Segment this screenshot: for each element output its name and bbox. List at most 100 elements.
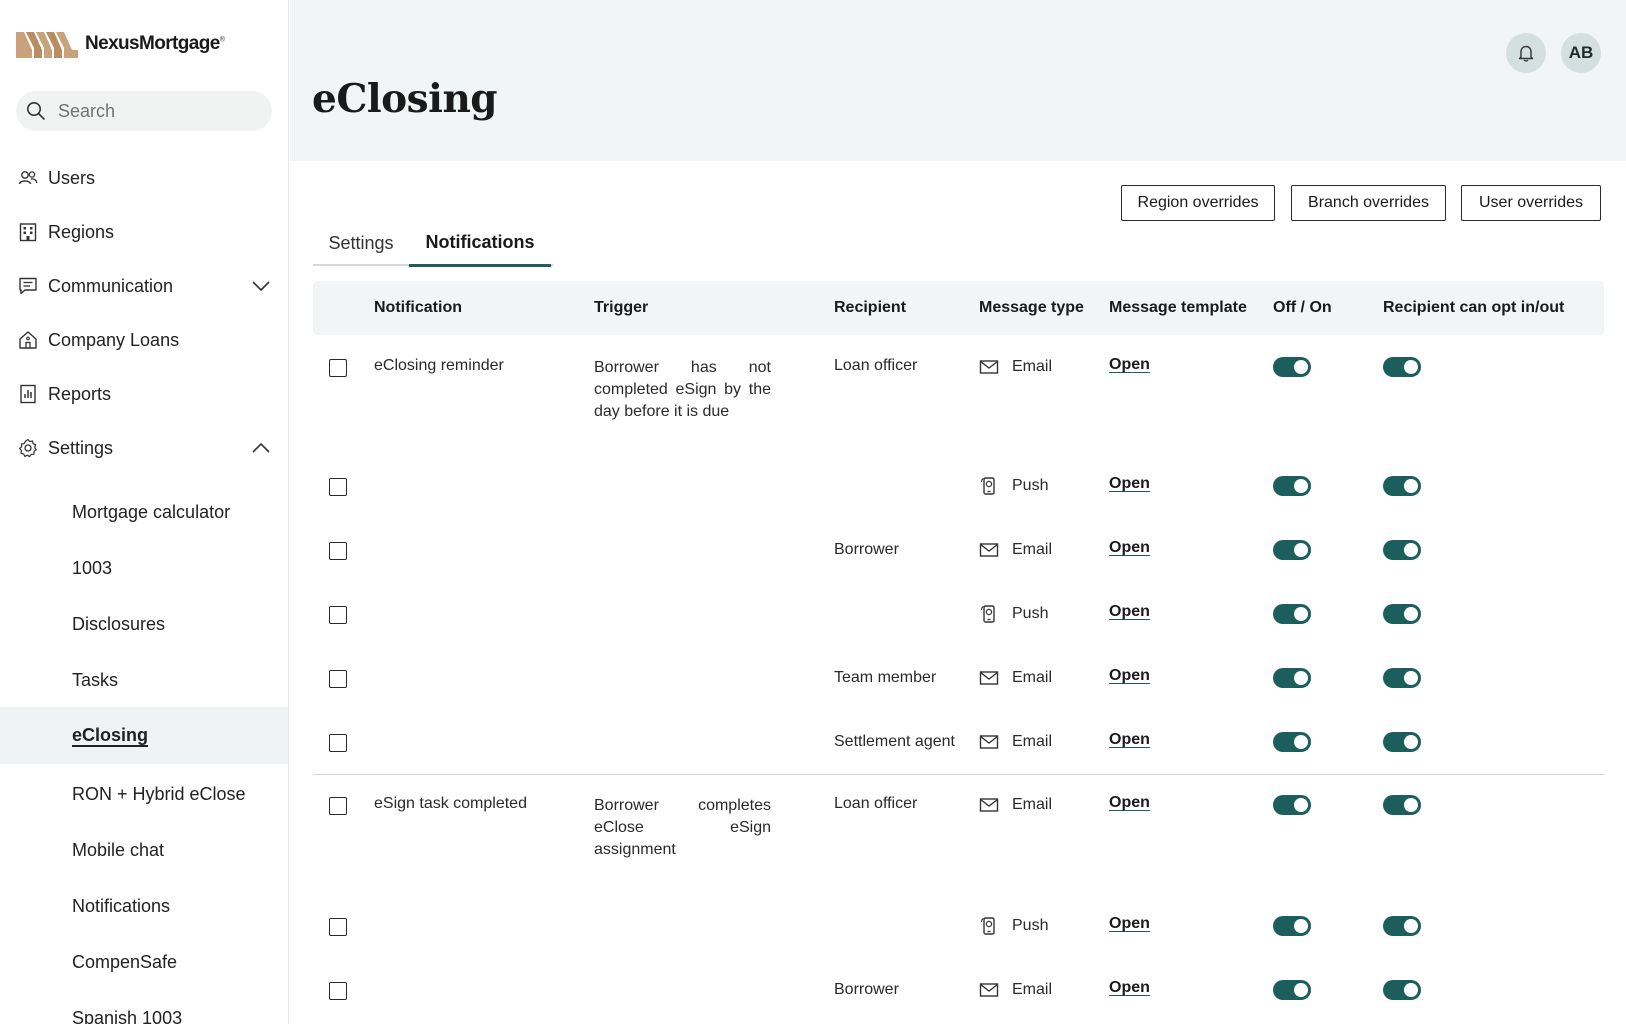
- opt-in-out-toggle[interactable]: [1383, 795, 1421, 815]
- open-template-link[interactable]: Open: [1109, 475, 1150, 493]
- push-icon: [979, 476, 999, 496]
- recipient: Borrower: [834, 981, 899, 998]
- sidebar-item-notifications[interactable]: Notifications: [0, 878, 288, 934]
- nav-item-company-loans[interactable]: Company Loans: [0, 312, 288, 368]
- column-header-message-template[interactable]: Message template: [1109, 281, 1247, 335]
- user-overrides-button[interactable]: User overrides: [1461, 185, 1601, 221]
- table-row: Push Open: [313, 594, 1604, 658]
- column-header-opt-in-out[interactable]: Recipient can opt in/out: [1383, 281, 1564, 335]
- users-icon: [18, 168, 38, 188]
- open-template-link[interactable]: Open: [1109, 356, 1150, 374]
- nav-item-regions[interactable]: Regions: [0, 204, 288, 260]
- trigger-text: Borrower completes eClose eSign assignme…: [594, 797, 771, 858]
- recipient: Team member: [834, 669, 937, 686]
- row-checkbox[interactable]: [329, 918, 347, 936]
- row-checkbox[interactable]: [329, 734, 347, 752]
- message-type: Push: [979, 916, 1048, 936]
- opt-in-out-toggle[interactable]: [1383, 980, 1421, 1000]
- on-off-toggle[interactable]: [1273, 357, 1311, 377]
- nav-item-users[interactable]: Users: [0, 150, 288, 206]
- table-header: Notification Trigger Recipient Message t…: [313, 281, 1604, 335]
- sidebar-item-mortgage-calculator[interactable]: Mortgage calculator: [0, 484, 288, 540]
- report-icon: [18, 384, 38, 404]
- open-template-link[interactable]: Open: [1109, 794, 1150, 812]
- row-checkbox[interactable]: [329, 542, 347, 560]
- opt-in-out-toggle[interactable]: [1383, 357, 1421, 377]
- notification-name: eClosing reminder: [374, 357, 504, 374]
- search-icon: [27, 102, 45, 120]
- opt-in-out-toggle[interactable]: [1383, 476, 1421, 496]
- tab-bar: Settings Notifications: [313, 220, 553, 267]
- message-type: Push: [979, 604, 1048, 624]
- sidebar-item-disclosures[interactable]: Disclosures: [0, 596, 288, 652]
- chevron-down-icon[interactable]: [251, 276, 271, 296]
- sidebar-item-spanish-1003[interactable]: Spanish 1003: [0, 990, 288, 1024]
- table-row: Push Open: [313, 466, 1604, 530]
- chevron-up-icon[interactable]: [251, 438, 271, 458]
- sidebar-item-compensafe[interactable]: CompenSafe: [0, 934, 288, 990]
- column-header-recipient[interactable]: Recipient: [834, 281, 906, 335]
- on-off-toggle[interactable]: [1273, 604, 1311, 624]
- push-icon: [979, 604, 999, 624]
- row-checkbox[interactable]: [329, 797, 347, 815]
- row-checkbox[interactable]: [329, 359, 347, 377]
- brand-logo[interactable]: NexusMortgage®: [16, 30, 225, 58]
- opt-in-out-toggle[interactable]: [1383, 732, 1421, 752]
- opt-in-out-toggle[interactable]: [1383, 916, 1421, 936]
- page-header: eClosing AB: [290, 0, 1626, 161]
- column-header-off-on[interactable]: Off / On: [1273, 281, 1332, 335]
- avatar[interactable]: AB: [1561, 33, 1601, 73]
- on-off-toggle[interactable]: [1273, 916, 1311, 936]
- nav-item-settings[interactable]: Settings: [0, 420, 288, 476]
- tab-notifications[interactable]: Notifications: [409, 220, 551, 267]
- recipient: Loan officer: [834, 795, 918, 812]
- message-type: Email: [979, 357, 1052, 377]
- open-template-link[interactable]: Open: [1109, 979, 1150, 997]
- sidebar-item-1003[interactable]: 1003: [0, 540, 288, 596]
- nav-item-communication[interactable]: Communication: [0, 258, 288, 314]
- nav-label: Communication: [48, 275, 174, 296]
- open-template-link[interactable]: Open: [1109, 915, 1150, 933]
- sidebar-item-ron-hybrid-eclose[interactable]: RON + Hybrid eClose: [0, 766, 288, 822]
- notifications-button[interactable]: [1506, 33, 1546, 73]
- tab-settings[interactable]: Settings: [313, 220, 409, 266]
- on-off-toggle[interactable]: [1273, 980, 1311, 1000]
- page-title: eClosing: [312, 76, 498, 122]
- on-off-toggle[interactable]: [1273, 795, 1311, 815]
- column-header-trigger[interactable]: Trigger: [594, 281, 648, 335]
- bell-icon: [1518, 45, 1534, 62]
- search-input[interactable]: [58, 100, 258, 122]
- open-template-link[interactable]: Open: [1109, 539, 1150, 557]
- open-template-link[interactable]: Open: [1109, 603, 1150, 621]
- branch-overrides-button[interactable]: Branch overrides: [1291, 185, 1446, 221]
- column-header-message-type[interactable]: Message type: [979, 281, 1084, 335]
- open-template-link[interactable]: Open: [1109, 667, 1150, 685]
- sidebar-item-tasks[interactable]: Tasks: [0, 652, 288, 708]
- row-checkbox[interactable]: [329, 606, 347, 624]
- brand-name: NexusMortgage®: [85, 33, 225, 54]
- opt-in-out-toggle[interactable]: [1383, 668, 1421, 688]
- on-off-toggle[interactable]: [1273, 476, 1311, 496]
- opt-in-out-toggle[interactable]: [1383, 540, 1421, 560]
- region-overrides-button[interactable]: Region overrides: [1121, 185, 1275, 221]
- open-template-link[interactable]: Open: [1109, 731, 1150, 749]
- email-icon: [979, 980, 999, 1000]
- email-icon: [979, 357, 999, 377]
- search-box[interactable]: [16, 91, 272, 131]
- nav-label: Company Loans: [48, 329, 180, 350]
- on-off-toggle[interactable]: [1273, 540, 1311, 560]
- table-row: Borrower Email Open: [313, 970, 1604, 1024]
- column-header-notification[interactable]: Notification: [374, 281, 462, 335]
- message-type: Email: [979, 980, 1052, 1000]
- row-checkbox[interactable]: [329, 670, 347, 688]
- on-off-toggle[interactable]: [1273, 732, 1311, 752]
- row-checkbox[interactable]: [329, 982, 347, 1000]
- sidebar-item-eclosing[interactable]: eClosing: [0, 707, 288, 764]
- gear-icon: [18, 438, 38, 458]
- opt-in-out-toggle[interactable]: [1383, 604, 1421, 624]
- sidebar-item-mobile-chat[interactable]: Mobile chat: [0, 822, 288, 878]
- on-off-toggle[interactable]: [1273, 668, 1311, 688]
- nav-label: Reports: [48, 383, 112, 404]
- row-checkbox[interactable]: [329, 478, 347, 496]
- nav-item-reports[interactable]: Reports: [0, 366, 288, 422]
